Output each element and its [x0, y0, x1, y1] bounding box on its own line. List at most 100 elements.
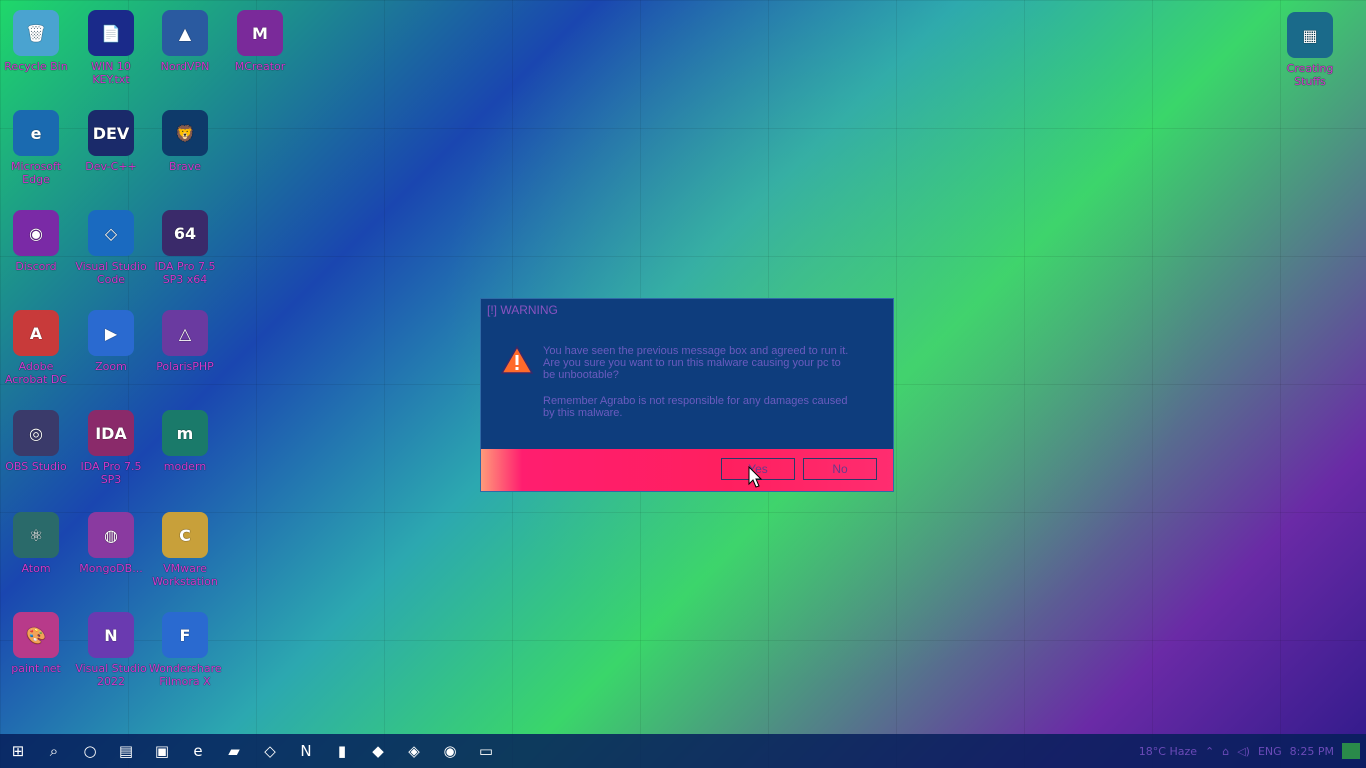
desktop-icon[interactable]: 64 IDA Pro 7.5 SP3 x64 [149, 210, 221, 286]
desktop-icon[interactable]: ▶ Zoom [75, 310, 147, 373]
desktop-icon-label: PolarisPHP [156, 360, 214, 373]
desktop-icon-label: IDA Pro 7.5 SP3 [80, 460, 142, 486]
visualstudio-taskbar[interactable]: N [288, 734, 324, 768]
clock[interactable]: 8:25 PM [1290, 745, 1334, 758]
desktop-icon[interactable]: F Wondershare Filmora X [149, 612, 222, 688]
dialog-body: You have seen the previous message box a… [481, 321, 893, 419]
task-view-button[interactable]: ▤ [108, 734, 144, 768]
chevron-up-icon[interactable]: ⌃ [1205, 745, 1214, 758]
desktop-icon-label: Visual Studio Code [75, 260, 147, 286]
filmora-icon: F [162, 612, 208, 658]
taskbar-items: ⊞ ⌕ ○ ▤ ▣ e ▰ ◇ N ▮ ◆ ◈ ◉ ▭ [0, 734, 504, 768]
vmware-icon: C [162, 512, 208, 558]
desktop-icon-label: MongoDB... [79, 562, 143, 575]
desktop-icon[interactable]: M MCreator [224, 10, 296, 73]
discord-icon: ◉ [13, 210, 59, 256]
dialog-message-line: by this malware. [543, 407, 623, 419]
active-app-taskbar[interactable]: ▭ [468, 734, 504, 768]
warning-icon [501, 345, 533, 374]
desktop-icon[interactable]: 🗑 Recycle Bin [0, 10, 72, 73]
visualstudio-icon: N [88, 612, 134, 658]
system-tray: 18°C Haze ⌃ ⌂ ◁) ENG 8:25 PM [1139, 734, 1366, 768]
desktop-icon-label: Brave [168, 160, 202, 173]
vscode-taskbar[interactable]: ◇ [252, 734, 288, 768]
desktop-icon-label: Atom [21, 562, 51, 575]
discord-taskbar[interactable]: ◉ [432, 734, 468, 768]
edge-icon: e [13, 110, 59, 156]
mcreator-icon: M [237, 10, 283, 56]
brave-icon: 🦁 [162, 110, 208, 156]
dialog-message-line: You have seen the previous message box a… [543, 345, 849, 357]
desktop-icon[interactable]: ◉ Discord [0, 210, 72, 273]
ida-icon: IDA [88, 410, 134, 456]
warning-dialog: [!] WARNING You have seen the previous m… [480, 298, 894, 492]
search-button[interactable]: ⌕ [36, 734, 72, 768]
volume-icon[interactable]: ◁) [1237, 745, 1250, 758]
desktop-icon-label: WIN 10 KEY.txt [91, 60, 131, 86]
vscode-icon: ◇ [88, 210, 134, 256]
modern-icon: m [162, 410, 208, 456]
dialog-message-line: be unbootable? [543, 369, 619, 381]
desktop-icon-label: Zoom [95, 360, 127, 373]
desktop-icon[interactable]: m modern [149, 410, 221, 473]
ida-icon: 64 [162, 210, 208, 256]
desktop-icon[interactable]: C VMware Workstation [149, 512, 221, 588]
weather-widget[interactable]: 18°C Haze [1139, 745, 1197, 758]
desktop-icon[interactable]: ◎ OBS Studio [0, 410, 72, 473]
desktop-icon-label: Visual Studio 2022 [75, 662, 147, 688]
desktop-icon-label: OBS Studio [5, 460, 67, 473]
dialog-title: [!] WARNING [487, 303, 558, 317]
network-icon[interactable]: ⌂ [1222, 745, 1229, 758]
dialog-message-line: Are you sure you want to run this malwar… [543, 357, 841, 369]
zoom-icon: ▶ [88, 310, 134, 356]
no-button[interactable]: No [803, 458, 877, 480]
acrobat-icon: A [13, 310, 59, 356]
desktop-icon-label: Microsoft Edge [10, 160, 62, 186]
desktop-icon[interactable]: ◇ Visual Studio Code [75, 210, 147, 286]
desktop-icon[interactable]: DEV Dev-C++ [75, 110, 147, 173]
desktop-icon[interactable]: A Adobe Acrobat DC [0, 310, 72, 386]
desktop-icon[interactable]: N Visual Studio 2022 [75, 612, 147, 688]
edge-taskbar[interactable]: e [180, 734, 216, 768]
dialog-message-line: Remember Agrabo is not responsible for a… [543, 395, 848, 407]
dialog-footer: Yes No [481, 449, 893, 491]
paintnet-icon: 🎨 [13, 612, 59, 658]
language-indicator[interactable]: ENG [1258, 745, 1282, 758]
cortana-button[interactable]: ○ [72, 734, 108, 768]
mouse-cursor-icon [748, 466, 762, 488]
obs-icon: ◎ [13, 410, 59, 456]
desktop-icon-creating-stuffs[interactable]: ▦ Creating Stuffs [1274, 12, 1346, 88]
nordvpn-icon: ▲ [162, 10, 208, 56]
atom-icon: ⚛ [13, 512, 59, 558]
mongodb-icon: ◍ [88, 512, 134, 558]
app-taskbar[interactable]: ◈ [396, 734, 432, 768]
desktop-icon-label: MCreator [234, 60, 286, 73]
start-button[interactable]: ⊞ [0, 734, 36, 768]
polaris-icon: △ [162, 310, 208, 356]
desktop-icon[interactable]: 📄 WIN 10 KEY.txt [75, 10, 147, 86]
desktop-icon-label: Creating Stuffs [1286, 62, 1334, 88]
desktop-icon-label: Recycle Bin [4, 60, 68, 73]
desktop-icon[interactable]: e Microsoft Edge [0, 110, 72, 186]
desktop-icon[interactable]: 🦁 Brave [149, 110, 221, 173]
notes-taskbar[interactable]: ▮ [324, 734, 360, 768]
folder-icon: ▦ [1287, 12, 1333, 58]
desktop-icon-label: Discord [15, 260, 57, 273]
desktop-icon[interactable]: △ PolarisPHP [149, 310, 221, 373]
desktop-icon-label: NordVPN [160, 60, 210, 73]
desktop-icon-label: Adobe Acrobat DC [4, 360, 68, 386]
notification-icon[interactable] [1342, 743, 1360, 759]
desktop-icon[interactable]: 🎨 paint.net [0, 612, 72, 675]
devcpp-icon: DEV [88, 110, 134, 156]
explorer-taskbar[interactable]: ▰ [216, 734, 252, 768]
text-file-icon: 📄 [88, 10, 134, 56]
desktop-icon-label: modern [163, 460, 207, 473]
desktop-icon-label: Dev-C++ [85, 160, 137, 173]
desktop-icon[interactable]: ▲ NordVPN [149, 10, 221, 73]
brave-taskbar[interactable]: ◆ [360, 734, 396, 768]
desktop-icon[interactable]: IDA IDA Pro 7.5 SP3 [75, 410, 147, 486]
store-button[interactable]: ▣ [144, 734, 180, 768]
desktop-icon-label: Wondershare Filmora X [149, 662, 222, 688]
desktop-icon[interactable]: ◍ MongoDB... [75, 512, 147, 575]
desktop-icon[interactable]: ⚛ Atom [0, 512, 72, 575]
